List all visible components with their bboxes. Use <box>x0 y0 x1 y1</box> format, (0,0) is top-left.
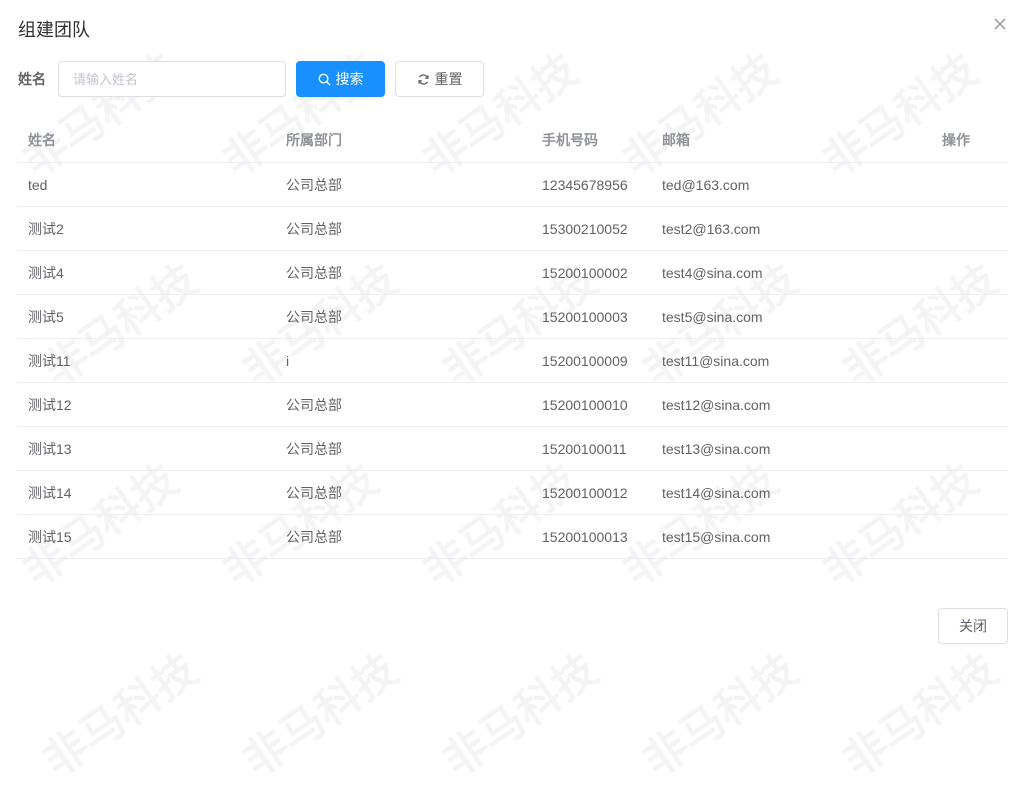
cell-email: test13@sina.com <box>662 440 771 457</box>
cell-department: 公司总部 <box>286 528 342 545</box>
cell-name: 测试15 <box>28 528 72 545</box>
cell-phone: 15300210052 <box>542 220 628 237</box>
team-dialog: 非马科技非马科技非马科技非马科技非马科技非马科技非马科技非马科技非马科技非马科技… <box>0 0 1024 787</box>
cell-name: 测试5 <box>28 308 64 325</box>
cell-department: 公司总部 <box>286 220 342 237</box>
cell-department: 公司总部 <box>286 484 342 501</box>
refresh-icon <box>417 73 430 86</box>
column-header-phone[interactable]: 手机号码 <box>532 130 652 150</box>
cell-email: test11@sina.com <box>662 352 770 369</box>
cell-phone: 15200100002 <box>542 264 628 281</box>
dialog-title: 组建团队 <box>18 20 90 40</box>
cell-email: test2@163.com <box>662 220 761 237</box>
watermark-text: 非马科技 <box>628 635 809 788</box>
cell-name: 测试11 <box>28 352 71 369</box>
table-row[interactable]: 测试15 公司总部 15200100013 test15@sina.com <box>17 515 1008 559</box>
search-button[interactable]: 搜索 <box>296 61 385 97</box>
search-button-label: 搜索 <box>335 71 364 87</box>
reset-button[interactable]: 重置 <box>395 61 484 97</box>
column-header-name[interactable]: 姓名 <box>17 130 275 150</box>
cell-name: 测试4 <box>28 264 64 281</box>
cell-name: 测试13 <box>28 440 72 457</box>
table-row[interactable]: 测试5 公司总部 15200100003 test5@sina.com <box>17 295 1008 339</box>
cell-phone: 15200100010 <box>542 396 628 413</box>
table-body: ted 公司总部 12345678956 ted@163.com 测试2 公司总部 1530… <box>17 163 1008 559</box>
table-row[interactable]: 测试4 公司总部 15200100002 test4@sina.com <box>17 251 1008 295</box>
table-row[interactable]: ted 公司总部 12345678956 ted@163.com <box>17 163 1008 207</box>
table-row[interactable]: 测试13 公司总部 15200100011 test13@sina.com <box>17 427 1008 471</box>
cell-email: ted@163.com <box>662 176 750 193</box>
members-table: 姓名 所属部门 手机号码 邮箱 操作 ted 公司总部 12345678956 ted… <box>17 118 1008 559</box>
table-row[interactable]: 测试2 公司总部 15300210052 test2@163.com <box>17 207 1008 251</box>
search-form: 姓名 搜索 重置 <box>18 61 484 97</box>
cell-name: 测试12 <box>28 396 72 413</box>
cell-department: 公司总部 <box>286 176 342 193</box>
close-button-label: 关闭 <box>959 618 987 634</box>
search-icon <box>318 73 331 86</box>
cell-phone: 15200100011 <box>542 440 627 457</box>
cell-phone: 15200100009 <box>542 352 628 369</box>
cell-email: test14@sina.com <box>662 484 771 501</box>
cell-department: 公司总部 <box>286 308 342 325</box>
close-icon[interactable] <box>992 16 1008 32</box>
table-row[interactable]: 测试14 公司总部 15200100012 test14@sina.com <box>17 471 1008 515</box>
table-row[interactable]: 测试11 i 15200100009 test11@sina.com <box>17 339 1008 383</box>
cell-phone: 15200100012 <box>542 484 628 501</box>
close-button[interactable]: 关闭 <box>938 608 1008 644</box>
watermark-text: 非马科技 <box>28 635 209 788</box>
cell-email: test12@sina.com <box>662 396 771 413</box>
cell-email: test5@sina.com <box>662 308 763 325</box>
cell-department: 公司总部 <box>286 264 342 281</box>
name-search-input[interactable] <box>58 61 286 97</box>
column-header-actions[interactable]: 操作 <box>934 130 1008 150</box>
watermark-text: 非马科技 <box>228 635 409 788</box>
table-row[interactable]: 测试12 公司总部 15200100010 test12@sina.com <box>17 383 1008 427</box>
cell-phone: 15200100013 <box>542 528 628 545</box>
table-header: 姓名 所属部门 手机号码 邮箱 操作 <box>17 118 1008 163</box>
cell-phone: 15200100003 <box>542 308 628 325</box>
cell-name: 测试14 <box>28 484 72 501</box>
cell-name: ted <box>28 176 48 193</box>
cell-department: 公司总部 <box>286 396 342 413</box>
watermark-text: 非马科技 <box>428 635 609 788</box>
name-label: 姓名 <box>18 71 46 87</box>
cell-department: i <box>286 352 290 369</box>
watermark-text: 非马科技 <box>828 635 1009 788</box>
cell-email: test15@sina.com <box>662 528 771 545</box>
cell-name: 测试2 <box>28 220 64 237</box>
reset-button-label: 重置 <box>434 71 463 87</box>
column-header-department[interactable]: 所属部门 <box>275 130 532 150</box>
cell-phone: 12345678956 <box>542 176 628 193</box>
cell-department: 公司总部 <box>286 440 342 457</box>
cell-email: test4@sina.com <box>662 264 763 281</box>
column-header-email[interactable]: 邮箱 <box>652 130 934 150</box>
